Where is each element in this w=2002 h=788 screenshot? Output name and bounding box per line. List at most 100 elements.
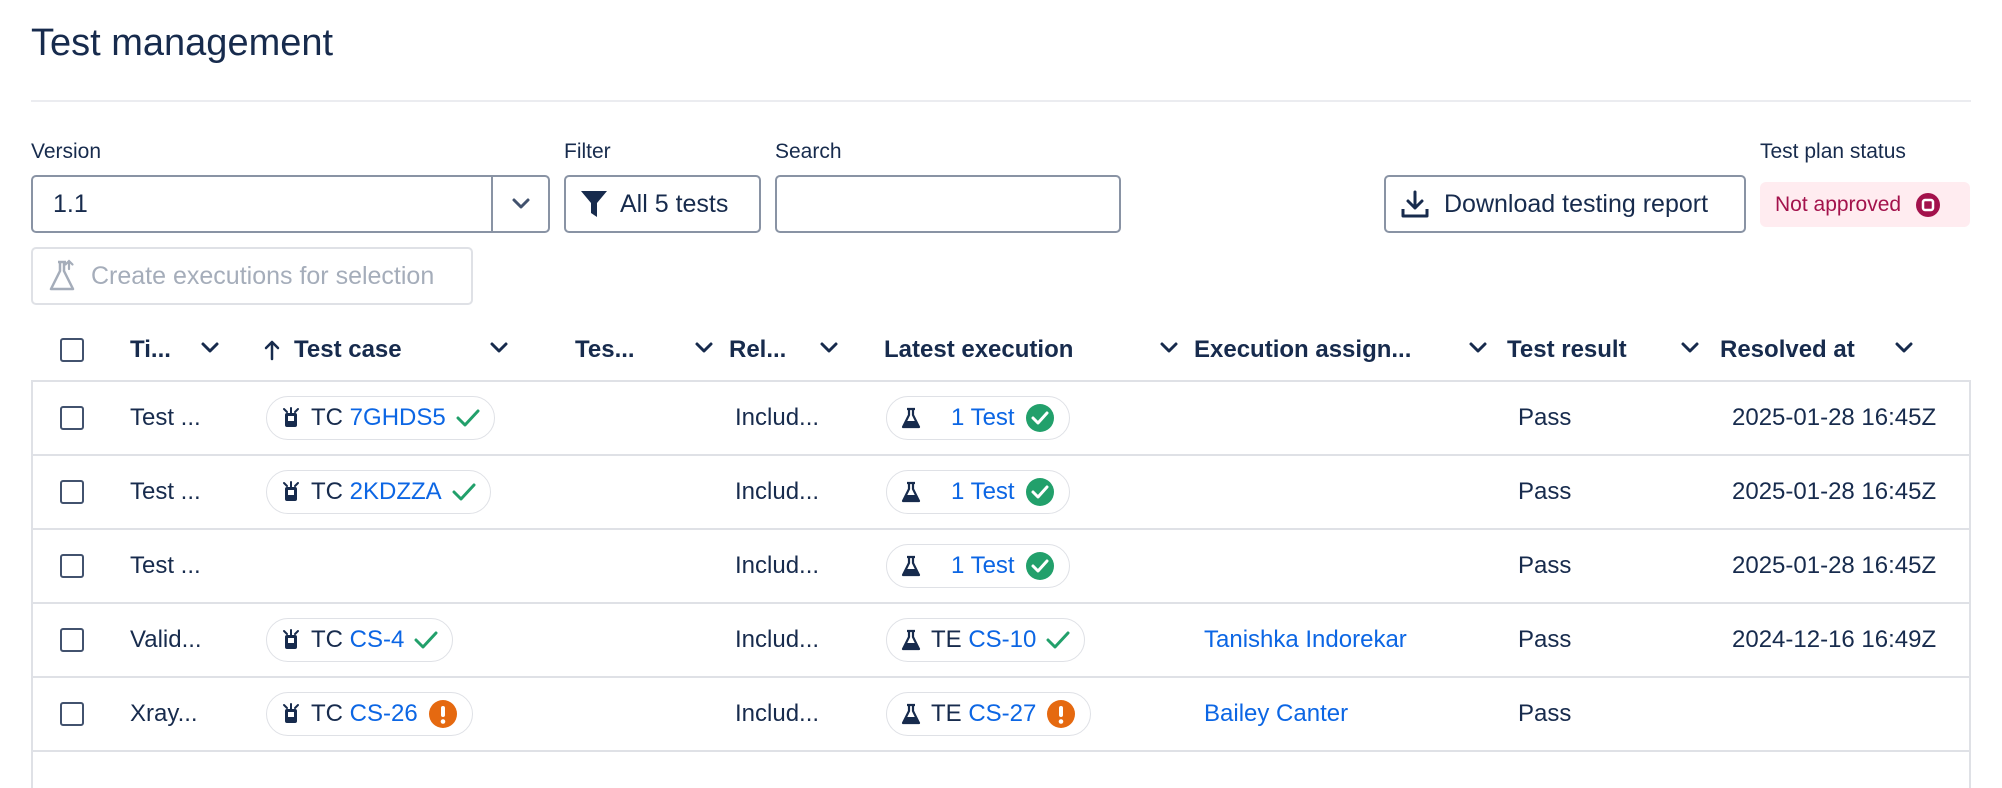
test-case-link[interactable]: CS-26 — [350, 700, 418, 727]
execution-pill[interactable]: TE CS-10 — [886, 618, 1086, 662]
row-checkbox-cell[interactable] — [60, 530, 84, 602]
latest-execution-cell: 1 Test — [886, 530, 1070, 602]
table-row[interactable]: Test ... TC 7GHDS5 Includ... 1 Test Pass 2025… — [33, 382, 1969, 456]
test-case-icon — [283, 629, 299, 649]
execution-link[interactable]: 1 Test — [951, 404, 1015, 431]
table-header: Ti... Test case Tes... Rel... Latest exe… — [31, 320, 1971, 380]
chevron-down-icon — [1681, 342, 1699, 353]
test-case-link[interactable]: CS-4 — [350, 626, 405, 653]
title-divider — [31, 100, 1971, 102]
test-result-cell: Pass — [1518, 626, 1572, 653]
chevron-down-icon — [490, 342, 508, 353]
release-cell: Includ... — [735, 552, 820, 579]
search-input[interactable] — [809, 190, 1119, 218]
test-case-icon — [283, 407, 299, 427]
row-checkbox[interactable] — [60, 702, 84, 726]
version-label: Version — [31, 140, 102, 163]
assignee-link[interactable]: Bailey Canter — [1204, 678, 1348, 750]
execution-link[interactable]: 1 Test — [951, 478, 1015, 505]
latest-execution-cell: 1 Test — [886, 456, 1070, 528]
test-table: Test ... TC 7GHDS5 Includ... 1 Test Pass 2025… — [31, 380, 1971, 788]
row-checkbox-cell[interactable] — [60, 382, 84, 454]
test-case-pill[interactable]: TC CS-4 — [266, 618, 454, 662]
execution-pill[interactable]: 1 Test — [886, 544, 1070, 588]
row-checkbox-cell[interactable] — [60, 456, 84, 528]
title-cell[interactable]: Xray... — [130, 678, 198, 750]
release-cell: Includ... — [735, 404, 820, 431]
column-header-title[interactable]: Ti... — [130, 320, 250, 380]
row-checkbox[interactable] — [60, 554, 84, 578]
title-cell[interactable]: Test ... — [130, 456, 201, 528]
execution-link[interactable]: CS-10 — [968, 626, 1036, 653]
execution-pill[interactable]: 1 Test — [886, 396, 1070, 440]
create-executions-label: Create executions for selection — [91, 261, 435, 290]
search-field[interactable] — [775, 175, 1121, 233]
arrow-up-icon — [264, 340, 280, 361]
row-checkbox[interactable] — [60, 628, 84, 652]
check-icon — [1046, 631, 1070, 649]
resolved-at-cell: 2025-01-28 16:45Z — [1732, 404, 1937, 431]
flask-icon — [901, 407, 921, 429]
version-select[interactable]: 1.1 — [31, 175, 550, 233]
table-row[interactable]: Valid... TC CS-4 Includ... TE CS-10 Tanishka… — [33, 604, 1969, 678]
flask-icon — [901, 629, 921, 651]
test-case-icon — [283, 481, 299, 501]
test-result-cell: Pass — [1518, 478, 1572, 505]
check-icon — [414, 631, 438, 649]
filter-button-label: All 5 tests — [620, 189, 729, 218]
row-checkbox[interactable] — [60, 406, 84, 430]
column-header-test-status[interactable]: Tes... — [575, 320, 725, 380]
test-case-pill[interactable]: TC 2KDZZA — [266, 470, 491, 514]
table-row[interactable]: Test ... TC 2KDZZA Includ... 1 Test Pass 2025… — [33, 456, 1969, 530]
search-label: Search — [775, 140, 842, 163]
row-checkbox-cell[interactable] — [60, 678, 84, 750]
test-case-link[interactable]: 2KDZZA — [350, 478, 442, 505]
select-all-checkbox[interactable] — [60, 338, 84, 362]
column-header-latest-execution[interactable]: Latest execution — [884, 320, 1194, 380]
column-header-execution-assignee[interactable]: Execution assign... — [1194, 320, 1494, 380]
download-testing-report-button[interactable]: Download testing report — [1384, 175, 1746, 233]
release-cell: Includ... — [735, 478, 820, 505]
row-checkbox-cell[interactable] — [60, 604, 84, 676]
test-plan-status-badge[interactable]: Not approved — [1760, 182, 1970, 227]
execution-link[interactable]: CS-27 — [968, 700, 1036, 727]
test-case-pill[interactable]: TC CS-26 — [266, 692, 473, 736]
resolved-at-cell: 2025-01-28 16:45Z — [1732, 552, 1937, 579]
resolved-at-cell: 2024-12-16 16:49Z — [1732, 626, 1937, 653]
test-result-cell: Pass — [1518, 404, 1572, 431]
column-header-resolved-at[interactable]: Resolved at — [1720, 320, 1960, 380]
warning-circle-icon — [1047, 700, 1076, 728]
column-header-latest-execution-label: Latest execution — [884, 336, 1074, 363]
flask-icon — [901, 481, 921, 503]
filter-button[interactable]: All 5 tests — [564, 175, 761, 233]
flask-upload-icon — [49, 259, 75, 291]
column-header-execution-assignee-label: Execution assign... — [1194, 336, 1412, 363]
execution-link[interactable]: 1 Test — [951, 552, 1015, 579]
test-result-cell: Pass — [1518, 700, 1572, 727]
column-header-test-case[interactable]: Test case — [264, 320, 508, 380]
test-case-cell: TC CS-26 — [266, 678, 473, 750]
test-case-prefix: TC — [311, 626, 343, 653]
chevron-down-icon — [512, 198, 529, 209]
title-cell[interactable]: Test ... — [130, 530, 201, 602]
test-case-pill[interactable]: TC 7GHDS5 — [266, 396, 495, 440]
title-cell[interactable]: Test ... — [130, 382, 201, 454]
check-icon — [452, 483, 476, 501]
create-executions-button[interactable]: Create executions for selection — [31, 247, 473, 305]
column-header-test-status-label: Tes... — [575, 336, 635, 363]
execution-pill[interactable]: 1 Test — [886, 470, 1070, 514]
table-row[interactable]: Xray... TC CS-26 Includ... TE CS-27 Bailey C… — [33, 678, 1969, 752]
version-dropdown-button[interactable] — [491, 177, 548, 231]
execution-pill[interactable]: TE CS-27 — [886, 692, 1092, 736]
table-row[interactable]: Test ... Includ... 1 Test Pass 2025-01-28 16… — [33, 530, 1969, 604]
warning-circle-icon — [428, 700, 457, 728]
assignee-link[interactable]: Tanishka Indorekar — [1204, 604, 1407, 676]
flask-icon — [901, 555, 921, 577]
title-cell[interactable]: Valid... — [130, 604, 202, 676]
row-checkbox[interactable] — [60, 480, 84, 504]
column-header-release[interactable]: Rel... — [729, 320, 879, 380]
select-all-checkbox-cell[interactable] — [60, 320, 84, 380]
resolved-at-cell: 2025-01-28 16:45Z — [1732, 478, 1937, 505]
test-case-link[interactable]: 7GHDS5 — [350, 404, 446, 431]
column-header-test-result[interactable]: Test result — [1507, 320, 1707, 380]
